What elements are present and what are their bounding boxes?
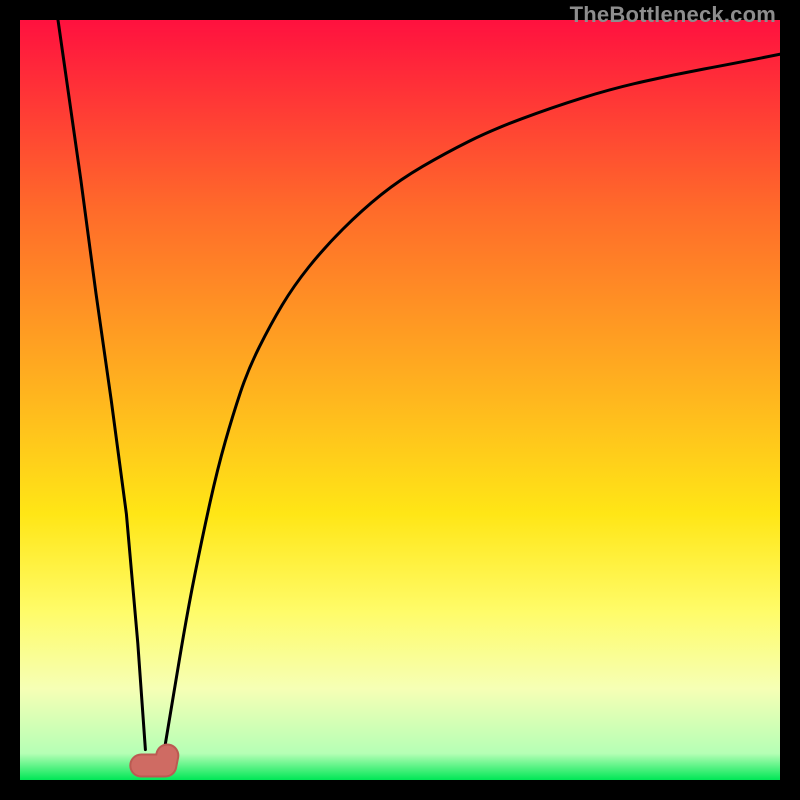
optimal-point-marker: [141, 756, 167, 766]
gradient-background: [20, 20, 780, 780]
bottleneck-chart: [20, 20, 780, 780]
watermark-text: TheBottleneck.com: [570, 2, 776, 28]
chart-frame: [20, 20, 780, 780]
